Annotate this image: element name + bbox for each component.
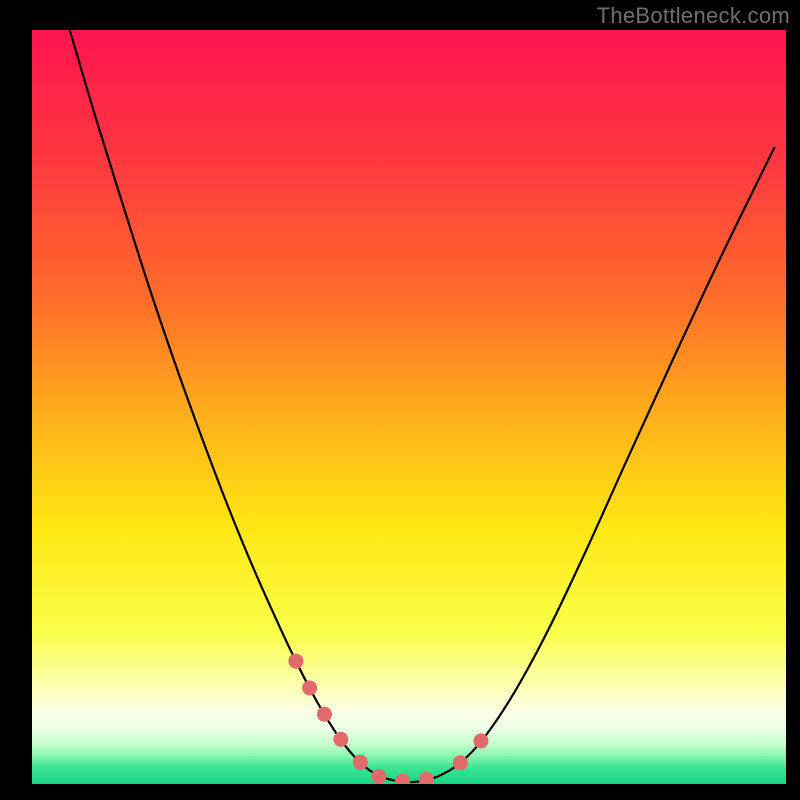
gradient-background xyxy=(32,30,786,784)
chart-frame: TheBottleneck.com xyxy=(0,0,800,800)
plot-area xyxy=(32,30,786,784)
chart-svg xyxy=(32,30,786,784)
watermark-text: TheBottleneck.com xyxy=(597,3,790,29)
